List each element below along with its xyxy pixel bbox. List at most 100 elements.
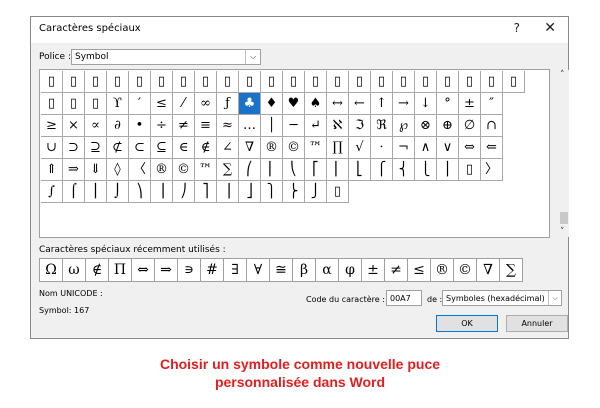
symbol-cell[interactable]: ≈ [217, 115, 239, 137]
recent-symbol-cell[interactable]: ∇ [477, 259, 500, 282]
symbol-cell[interactable]: ▯ [239, 71, 261, 93]
symbol-cell[interactable]: ▯ [481, 71, 503, 93]
close-button[interactable]: ✕ [544, 20, 556, 36]
recent-symbol-cell[interactable]: Π [109, 259, 132, 282]
symbol-cell[interactable]: ′ [129, 93, 151, 115]
symbol-cell[interactable]: ∇ [239, 137, 261, 159]
symbol-cell[interactable]: ▯ [503, 71, 525, 93]
symbol-cell[interactable] [459, 181, 481, 203]
symbol-cell[interactable]: ▯ [107, 71, 129, 93]
recent-symbol-cell[interactable]: ∉ [86, 259, 109, 282]
font-select[interactable]: Symbol ⌵ [71, 49, 261, 65]
symbol-cell[interactable] [393, 181, 415, 203]
symbol-cell[interactable]: ⇒ [63, 159, 85, 181]
symbol-cell[interactable]: • [129, 115, 151, 137]
chevron-down-icon[interactable]: ⌵ [245, 50, 260, 64]
symbol-cell[interactable]: ⎞ [129, 181, 151, 203]
symbol-cell[interactable]: ∪ [41, 137, 63, 159]
symbol-cell[interactable]: ∈ [173, 137, 195, 159]
symbol-cell[interactable]: ϒ [107, 93, 129, 115]
symbol-cell[interactable]: ▯ [415, 71, 437, 93]
symbol-cell[interactable]: ∝ [85, 115, 107, 137]
symbol-cell[interactable]: ⎠ [173, 181, 195, 203]
symbol-cell[interactable]: ⎣ [349, 159, 371, 181]
symbol-cell[interactable] [437, 181, 459, 203]
symbol-cell[interactable]: ⎤ [195, 181, 217, 203]
symbol-cell[interactable] [503, 181, 525, 203]
symbol-cell[interactable]: ¬ [393, 137, 415, 159]
symbol-cell[interactable]: ⇐ [481, 137, 503, 159]
symbol-cell[interactable]: ∞ [195, 93, 217, 115]
recent-symbol-cell[interactable]: ⇔ [132, 259, 155, 282]
symbol-cell[interactable] [503, 137, 525, 159]
recent-symbol-cell[interactable]: ® [431, 259, 454, 282]
symbol-cell[interactable]: ♥ [283, 93, 305, 115]
symbol-cell[interactable]: 〈 [129, 159, 151, 181]
symbol-cell[interactable]: ∅ [459, 115, 481, 137]
symbol-cell[interactable]: ▯ [63, 93, 85, 115]
symbol-cell[interactable]: ∏ [327, 137, 349, 159]
symbol-cell[interactable]: ∨ [437, 137, 459, 159]
recent-symbol-cell[interactable]: ≠ [385, 259, 408, 282]
symbol-cell[interactable] [349, 181, 371, 203]
symbol-cell[interactable]: ⎨ [393, 159, 415, 181]
symbol-cell[interactable]: ⊄ [107, 137, 129, 159]
symbol-cell[interactable]: ° [437, 93, 459, 115]
symbol-cell[interactable]: ⎦ [239, 181, 261, 203]
symbol-cell[interactable]: ≡ [195, 115, 217, 137]
symbol-cell[interactable]: ⎩ [415, 159, 437, 181]
ok-button[interactable]: OK [436, 315, 498, 332]
symbol-cell[interactable]: ▯ [173, 71, 195, 93]
symbol-cell[interactable] [371, 181, 393, 203]
symbol-cell[interactable]: ⎪ [437, 159, 459, 181]
symbol-cell[interactable]: ▯ [459, 71, 481, 93]
symbol-cell[interactable]: ℑ [349, 115, 371, 137]
symbol-cell[interactable]: ↵ [305, 115, 327, 137]
scroll-down-icon[interactable]: ˅ [560, 227, 565, 237]
symbol-cell[interactable]: ▯ [437, 71, 459, 93]
symbol-cell[interactable]: ⊃ [63, 137, 85, 159]
symbol-cell[interactable]: √ [349, 137, 371, 159]
symbol-cell[interactable] [503, 93, 525, 115]
symbol-cell[interactable] [415, 181, 437, 203]
symbol-cell[interactable]: ⁄ [173, 93, 195, 115]
recent-symbol-cell[interactable]: Ω [40, 259, 63, 282]
symbol-cell[interactable]: ▯ [63, 71, 85, 93]
symbol-cell[interactable]: ⎜ [261, 159, 283, 181]
symbol-cell[interactable] [503, 115, 525, 137]
symbol-cell[interactable]: ⎥ [217, 181, 239, 203]
symbol-cell[interactable]: ▯ [327, 71, 349, 93]
vertical-scrollbar[interactable]: ˄ ˅ [559, 70, 569, 237]
chevron-down-icon[interactable]: ⌵ [548, 291, 561, 305]
symbol-cell[interactable]: ⎬ [283, 181, 305, 203]
symbol-cell[interactable]: ▯ [459, 159, 481, 181]
symbol-cell[interactable]: ℘ [393, 115, 415, 137]
recent-symbol-cell[interactable]: ⇒ [155, 259, 178, 282]
symbol-cell[interactable]: ⎛ [239, 159, 261, 181]
symbol-cell[interactable] [481, 181, 503, 203]
recent-symbol-cell[interactable]: ω [63, 259, 86, 282]
symbol-cell[interactable]: ⊂ [129, 137, 151, 159]
recent-symbol-cell[interactable]: ∃ [224, 259, 247, 282]
symbol-cell[interactable]: ↔ [327, 93, 349, 115]
symbol-cell[interactable]: ⊕ [437, 115, 459, 137]
symbol-cell[interactable]: ≤ [151, 93, 173, 115]
symbol-cell[interactable]: ⌡ [107, 181, 129, 203]
symbol-cell[interactable]: ∠ [217, 137, 239, 159]
symbol-cell[interactable]: ▯ [393, 71, 415, 93]
symbol-cell[interactable]: ▯ [283, 71, 305, 93]
recent-symbol-cell[interactable]: β [293, 259, 316, 282]
recent-symbol-cell[interactable]: ∀ [247, 259, 270, 282]
symbol-cell[interactable]: ″ [481, 93, 503, 115]
recent-symbol-cell[interactable]: ≤ [408, 259, 431, 282]
recent-symbol-cell[interactable]: φ [339, 259, 362, 282]
encoding-select[interactable]: Symboles (hexadécimal) ⌵ [442, 290, 562, 306]
recent-symbol-cell[interactable]: ± [362, 259, 385, 282]
symbol-cell[interactable]: ▯ [261, 71, 283, 93]
symbol-cell[interactable]: ⇓ [85, 159, 107, 181]
symbol-cell[interactable]: ⎧ [371, 159, 393, 181]
symbol-cell[interactable] [503, 159, 525, 181]
scroll-thumb[interactable] [560, 212, 568, 224]
symbol-cell[interactable]: ™ [305, 137, 327, 159]
symbol-cell[interactable]: © [283, 137, 305, 159]
